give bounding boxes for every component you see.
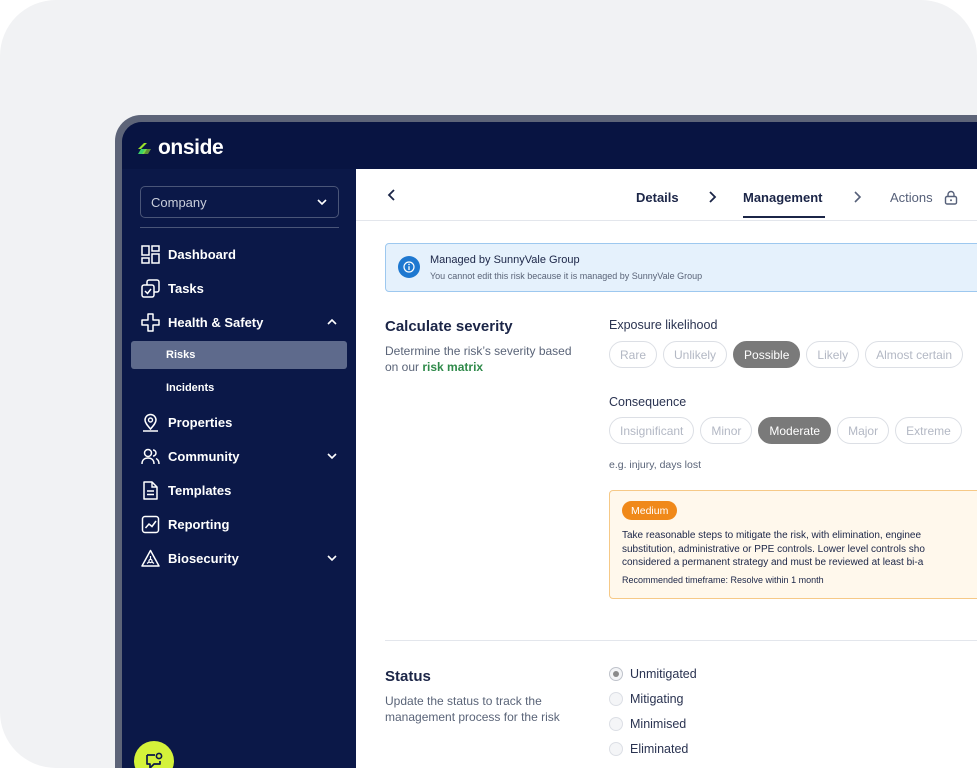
users-icon <box>140 446 160 466</box>
severity-guidance: Take reasonable steps to mitigate the ri… <box>622 529 977 570</box>
company-select-value: Company <box>151 194 207 210</box>
radio-button[interactable] <box>609 717 623 731</box>
likelihood-label: Exposure likelihood <box>609 318 718 332</box>
sidebar-item-properties[interactable]: Properties <box>140 409 350 435</box>
status-option-label: Eliminated <box>630 742 689 756</box>
status-option-mitigating[interactable]: Mitigating <box>609 692 684 706</box>
sidebar-item-reporting[interactable]: Reporting <box>140 511 350 537</box>
severity-guidance-line: Take reasonable steps to mitigate the ri… <box>622 530 922 541</box>
status-option-eliminated[interactable]: Eliminated <box>609 742 688 756</box>
logo-text: onside <box>158 136 224 159</box>
likelihood-chip-likely[interactable]: Likely <box>806 341 860 368</box>
chevron-right-icon <box>854 191 862 203</box>
status-section-title: Status <box>385 668 431 685</box>
step-details[interactable]: Details <box>636 190 679 205</box>
back-arrow-icon[interactable] <box>386 189 398 201</box>
chart-icon <box>140 514 160 534</box>
status-option-minimised[interactable]: Minimised <box>609 717 686 731</box>
status-option-label: Mitigating <box>630 692 684 706</box>
likelihood-chip-almost-certain[interactable]: Almost certain <box>865 341 964 368</box>
recommended-timeframe: Recommended timeframe: Resolve within 1 … <box>622 575 824 585</box>
banner-subtitle: You cannot edit this risk because it is … <box>430 271 703 281</box>
likelihood-chip-rare[interactable]: Rare <box>609 341 658 368</box>
status-option-unmitigated[interactable]: Unmitigated <box>609 667 697 681</box>
onside-logo-icon <box>138 142 151 154</box>
sidebar-item-label: Community <box>168 448 240 464</box>
chevron-up-icon[interactable] <box>326 316 338 328</box>
map-pin-icon <box>140 412 160 432</box>
sidebar-item-label: Reporting <box>168 516 230 532</box>
consequence-options: Insignificant Minor Moderate Major Extre… <box>609 417 962 444</box>
chevron-right-icon <box>709 191 717 203</box>
chevron-down-icon <box>317 199 327 206</box>
radio-button[interactable] <box>609 742 623 756</box>
consequence-chip-extreme[interactable]: Extreme <box>895 417 962 444</box>
lock-icon <box>944 190 958 205</box>
likelihood-options: Rare Unlikely Possible Likely Almost cer… <box>609 341 964 368</box>
active-step-indicator <box>743 216 825 218</box>
severity-section-description: Determine the risk’s severity based on o… <box>385 343 585 375</box>
logo[interactable]: onside <box>136 136 224 160</box>
status-section-description: Update the status to track the managemen… <box>385 694 560 724</box>
sidebar-subitem-incidents[interactable]: Incidents <box>131 374 347 402</box>
chat-icon <box>146 752 163 768</box>
consequence-chip-insignificant[interactable]: Insignificant <box>609 417 695 444</box>
section-divider <box>385 640 977 641</box>
consequence-hint: e.g. injury, days lost <box>609 459 702 471</box>
radio-button[interactable] <box>609 667 623 681</box>
sidebar-item-dashboard[interactable]: Dashboard <box>140 241 350 267</box>
sidebar-subitem-risks[interactable]: Risks <box>131 341 347 369</box>
main-panel: Details Management Actions Managed by Su… <box>356 169 977 768</box>
managed-by-banner: Managed by SunnyVale Group You cannot ed… <box>385 243 977 292</box>
app-window: onside Company Dashboard Tasks Health & … <box>115 115 977 768</box>
consequence-chip-minor[interactable]: Minor <box>700 417 753 444</box>
risk-matrix-link[interactable]: risk matrix <box>422 360 483 374</box>
radio-button[interactable] <box>609 692 623 706</box>
sidebar-item-community[interactable]: Community <box>140 443 350 469</box>
severity-guidance-line: considered a permanent strategy and must… <box>622 557 924 568</box>
tasks-icon <box>140 278 160 298</box>
top-bar: onside <box>122 122 977 169</box>
step-management[interactable]: Management <box>743 190 822 205</box>
step-navigation: Details Management Actions <box>356 169 977 221</box>
likelihood-chip-possible[interactable]: Possible <box>733 341 801 368</box>
severity-badge: Medium <box>622 501 678 520</box>
sidebar-subitem-label: Incidents <box>166 382 215 394</box>
company-select[interactable]: Company <box>140 186 339 218</box>
sidebar-item-label: Dashboard <box>168 246 236 262</box>
sidebar-subitem-label: Risks <box>166 349 196 361</box>
sidebar: Company Dashboard Tasks Health & Safety … <box>122 169 356 768</box>
info-icon <box>398 256 420 278</box>
app-frame: onside Company Dashboard Tasks Health & … <box>122 122 977 768</box>
status-option-label: Unmitigated <box>630 667 697 681</box>
likelihood-chip-unlikely[interactable]: Unlikely <box>663 341 728 368</box>
dashboard-icon <box>140 244 160 264</box>
document-icon <box>140 480 160 500</box>
consequence-label: Consequence <box>609 395 687 409</box>
chevron-down-icon[interactable] <box>326 450 338 462</box>
sidebar-item-health-safety[interactable]: Health & Safety <box>140 309 350 335</box>
chat-support-button[interactable] <box>134 741 174 768</box>
biohazard-icon <box>140 548 160 568</box>
severity-guidance-line: substitution, administrative or PPE cont… <box>622 543 925 555</box>
status-option-label: Minimised <box>630 717 687 731</box>
sidebar-item-templates[interactable]: Templates <box>140 477 350 503</box>
consequence-chip-major[interactable]: Major <box>837 417 890 444</box>
severity-section-title: Calculate severity <box>385 318 513 335</box>
sidebar-item-biosecurity[interactable]: Biosecurity <box>140 545 350 571</box>
medical-cross-icon <box>140 312 160 332</box>
sidebar-item-tasks[interactable]: Tasks <box>140 275 350 301</box>
sidebar-item-label: Properties <box>168 414 233 430</box>
sidebar-divider <box>140 227 339 228</box>
step-actions[interactable]: Actions <box>890 190 933 205</box>
sidebar-item-label: Templates <box>168 482 232 498</box>
consequence-chip-moderate[interactable]: Moderate <box>758 417 832 444</box>
sidebar-item-label: Health & Safety <box>168 314 264 330</box>
severity-result-card: Medium Take reasonable steps to mitigate… <box>609 490 977 599</box>
sidebar-item-label: Biosecurity <box>168 550 239 566</box>
sidebar-item-label: Tasks <box>168 280 204 296</box>
chevron-down-icon[interactable] <box>326 552 338 564</box>
banner-title: Managed by SunnyVale Group <box>430 254 580 266</box>
